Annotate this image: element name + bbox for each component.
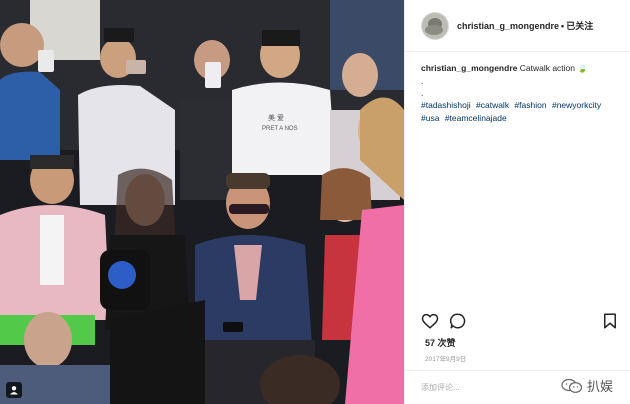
hashtag-link[interactable]: #fashion [514,100,546,110]
like-button[interactable] [421,312,441,332]
like-count[interactable]: 57 次赞 [425,336,456,349]
header-username[interactable]: christian_g_mongendre [457,21,559,31]
caption: christian_g_mongendre Catwalk action 🍃 .… [405,52,630,125]
hashtag-link[interactable]: #tadashishoji [421,100,471,110]
avatar[interactable] [421,11,449,40]
follow-status-button[interactable]: 已关注 [566,19,593,32]
post-side-panel: christian_g_mongendre • 已关注 christian_g_… [404,0,630,404]
comment-button[interactable] [449,312,469,332]
post-photo[interactable]: 美 爱 PRET A NOS [0,0,404,404]
comment-input[interactable] [421,380,531,394]
comment-icon [449,313,466,329]
post-actions [421,312,621,332]
caption-dot-1: . [421,76,424,86]
watermark-text: 扒娱 [586,379,613,394]
header-separator: • [561,20,565,31]
save-button[interactable] [601,312,621,332]
avatar-image [422,12,448,39]
hashtag-link[interactable]: #catwalk [476,100,509,110]
wechat-logo-icon [561,378,583,393]
photo-scene: 美 爱 PRET A NOS [0,0,404,404]
hashtag-list: #tadashishoji #catwalk #fashion #newyork… [421,99,622,125]
person-icon [10,386,18,395]
comment-box: 扒娱 [405,370,630,404]
tagged-user-icon[interactable] [6,382,22,398]
bookmark-icon [604,313,616,329]
hashtag-link[interactable]: #newyorkcity [552,100,601,110]
hashtag-link[interactable]: #usa [421,113,439,123]
caption-dot-2: . [421,88,424,98]
shirt-text-2: PRET A NOS [262,126,298,132]
shirt-text-1: 美 爱 [268,113,284,122]
post-date: 2017年9月9日 [425,356,467,363]
heart-icon [421,313,439,329]
watermark: 扒娱 [561,376,613,395]
post-header: christian_g_mongendre • 已关注 [405,0,630,52]
caption-username[interactable]: christian_g_mongendre [421,63,517,73]
caption-text: Catwalk action 🍃 [519,63,588,73]
hashtag-link[interactable]: #teamcelinajade [445,113,507,123]
